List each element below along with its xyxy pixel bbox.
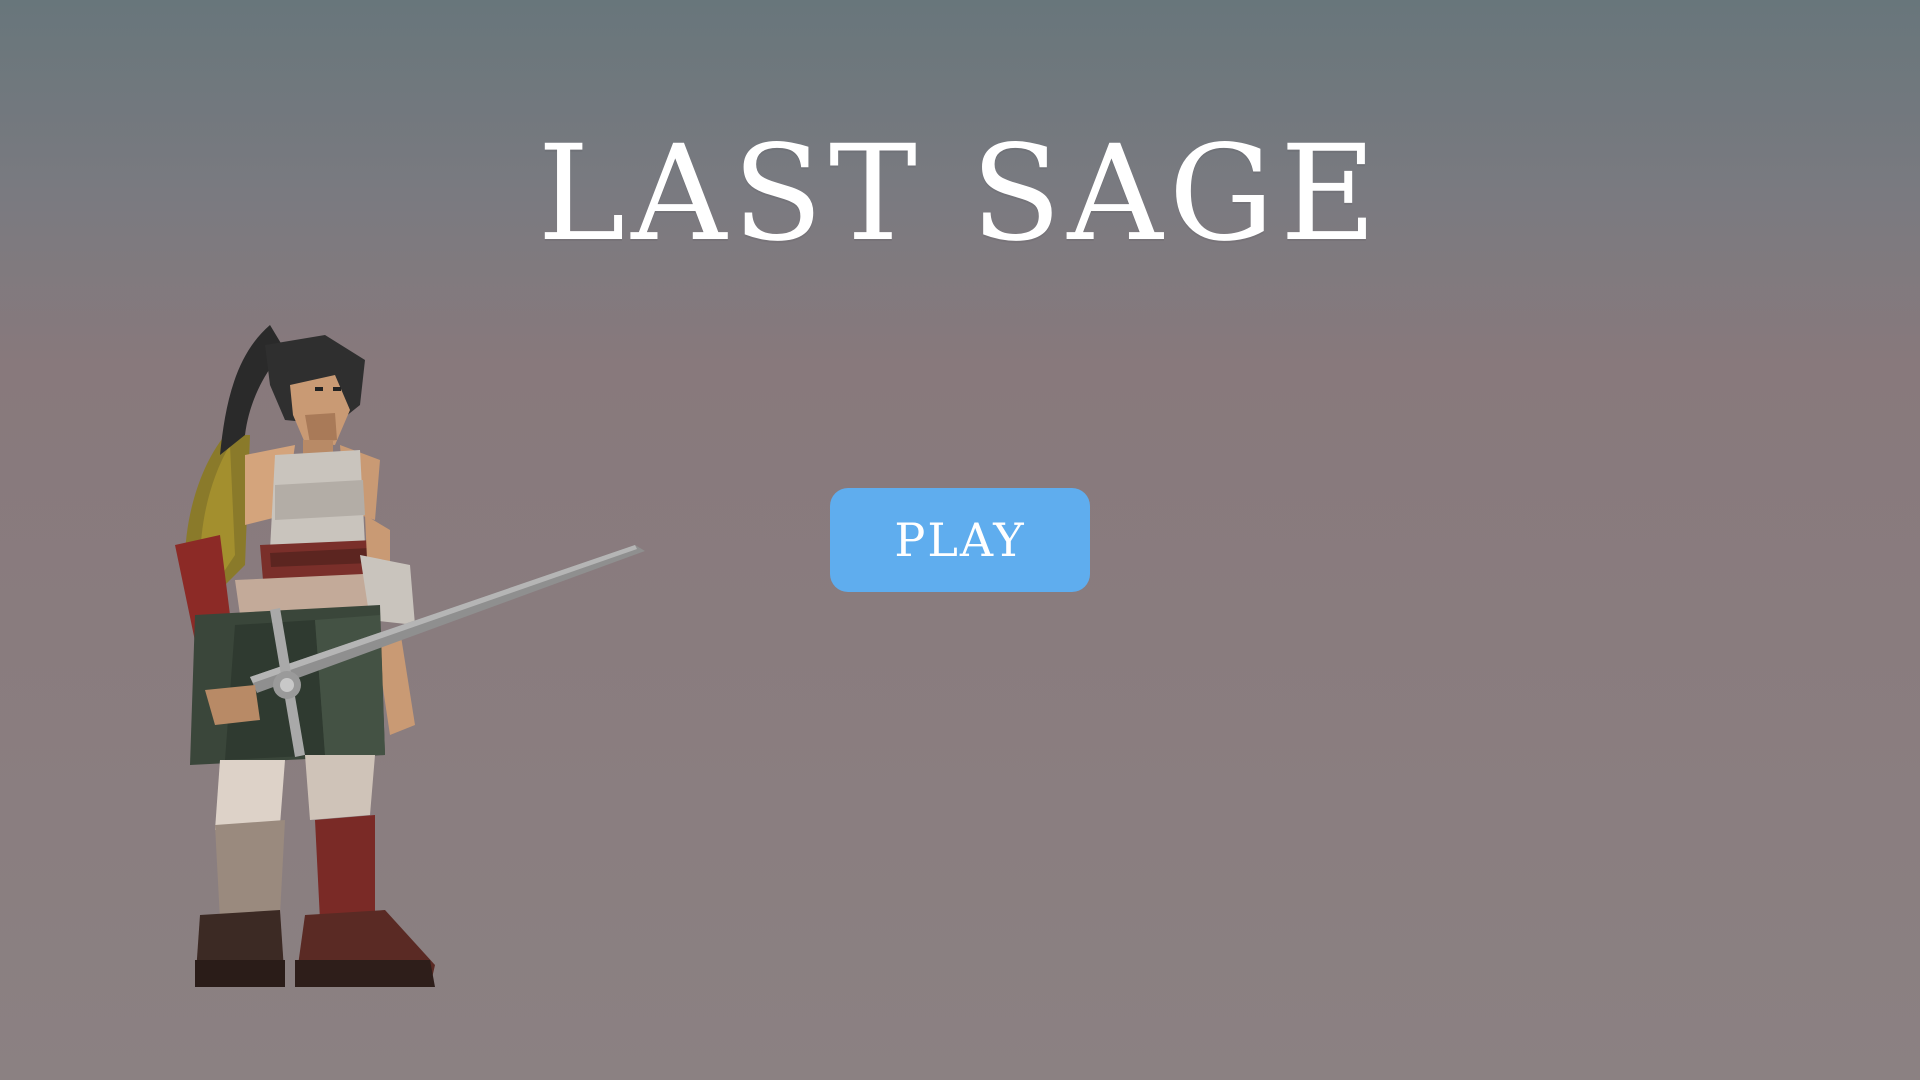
play-button-label: PLAY (894, 513, 1026, 567)
game-title: LAST SAGE (537, 117, 1383, 271)
warrior-with-sword-icon (175, 325, 645, 987)
hero-character-illustration (175, 315, 645, 995)
play-button[interactable]: PLAY (830, 488, 1090, 592)
